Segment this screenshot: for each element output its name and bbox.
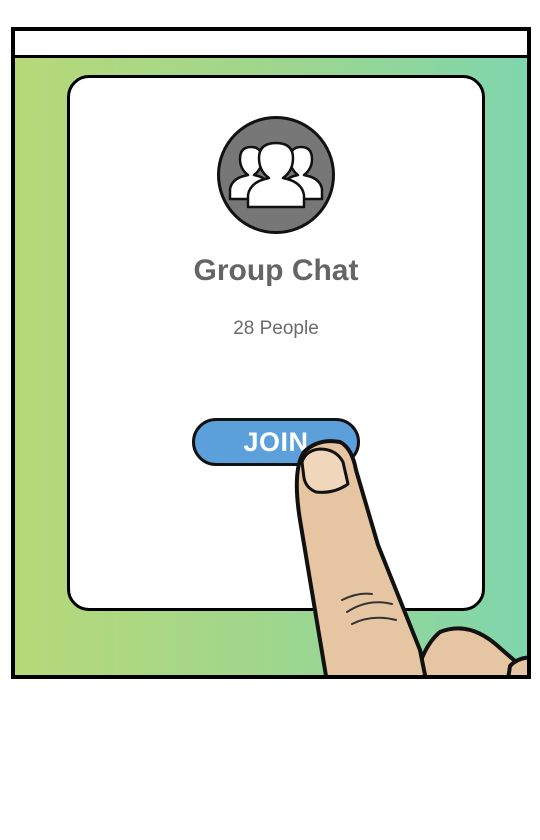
app-background: Group Chat 28 People JOIN bbox=[15, 58, 527, 675]
group-avatar bbox=[217, 116, 335, 234]
status-bar bbox=[15, 31, 527, 58]
join-button[interactable]: JOIN bbox=[192, 418, 360, 466]
member-count: 28 People bbox=[233, 318, 319, 339]
group-invite-card: Group Chat 28 People JOIN bbox=[67, 75, 485, 611]
group-title: Group Chat bbox=[193, 254, 359, 287]
phone-screen-frame: Group Chat 28 People JOIN bbox=[11, 27, 531, 679]
group-people-icon bbox=[228, 141, 324, 209]
